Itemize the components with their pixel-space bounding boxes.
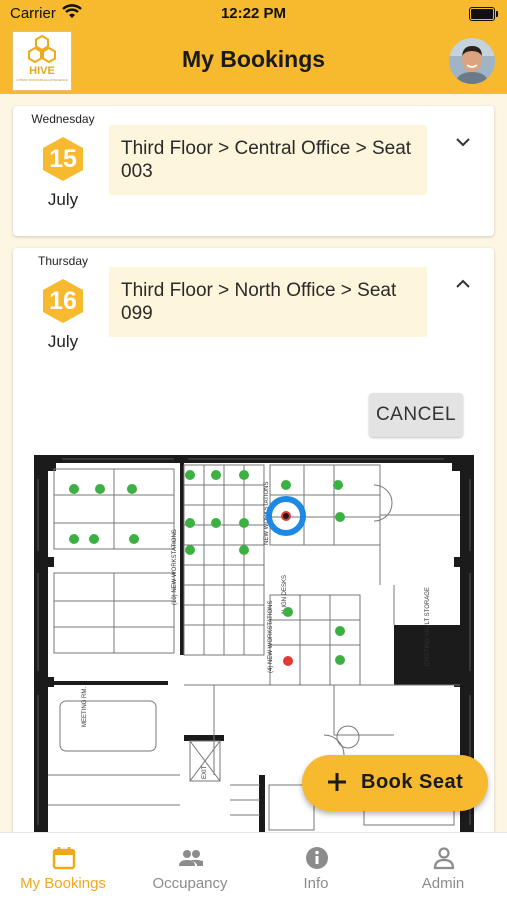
chevron-down-icon[interactable] <box>454 133 472 151</box>
tab-occupancy[interactable]: Occupancy <box>127 833 253 901</box>
chevron-up-icon[interactable] <box>454 275 472 293</box>
calendar-icon <box>52 847 76 870</box>
date-badge: 15 <box>42 136 84 182</box>
booking-location: Third Floor > Central Office > Seat 003 <box>109 125 427 195</box>
booking-weekday: Thursday <box>37 254 89 268</box>
tab-admin[interactable]: Admin <box>380 833 506 901</box>
date-badge: 16 <box>42 278 84 324</box>
booking-weekday: Wednesday <box>31 112 95 126</box>
bottom-tab-bar: My Bookings Occupancy Info Admin <box>0 832 507 901</box>
page-title: My Bookings <box>181 46 326 72</box>
info-icon <box>306 847 328 869</box>
storage-label: EXISTING VAULT STORAGE <box>425 587 431 666</box>
status-bar: Carrier 12:22 PM <box>0 0 507 28</box>
battery-icon <box>469 7 498 21</box>
exit-label: EXIT <box>202 765 208 779</box>
meeting-room-label: MEETING RM. <box>82 687 88 727</box>
person-icon <box>433 847 455 870</box>
tab-label: Admin <box>421 875 465 892</box>
booking-day: 16 <box>49 287 77 315</box>
booking-month: July <box>47 190 79 209</box>
book-seat-button[interactable]: Book Seat <box>302 755 488 811</box>
tab-info[interactable]: Info <box>253 833 379 901</box>
plus-icon <box>328 773 346 791</box>
new-workstations-b-label: (4) NEW WORKSTATIONS <box>268 601 274 673</box>
new-workstations-a-label: (10) NEW WORKSTATIONS <box>172 529 178 605</box>
booking-month: July <box>47 332 79 351</box>
tab-label: My Bookings <box>20 875 106 892</box>
booking-location: Third Floor > North Office > Seat 099 <box>109 267 427 337</box>
status-time: 12:22 PM <box>220 5 287 22</box>
people-icon <box>179 850 203 866</box>
book-seat-label: Book Seat <box>361 771 464 793</box>
cancel-booking-button[interactable]: CANCEL <box>369 393 463 437</box>
booking-day: 15 <box>49 145 77 173</box>
booking-card[interactable]: Wednesday 15 July Third Floor > Central … <box>13 106 494 236</box>
tab-my-bookings[interactable]: My Bookings <box>0 833 126 901</box>
user-avatar[interactable] <box>449 38 495 84</box>
tab-label: Occupancy <box>152 875 228 892</box>
tab-label: Info <box>303 875 329 892</box>
app-header: HIVE HYBRID WORKSPACE EXPERIENCE My Book… <box>0 28 507 94</box>
logo-subtitle: HYBRID WORKSPACE EXPERIENCE <box>16 78 68 82</box>
